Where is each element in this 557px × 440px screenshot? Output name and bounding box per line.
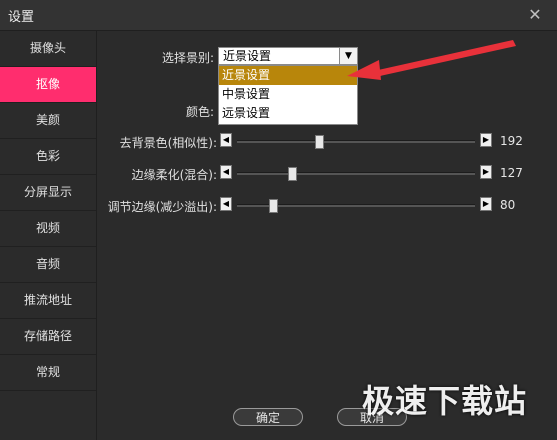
scene-option-medium[interactable]: 中景设置	[219, 85, 357, 104]
color-label: 颜色:	[185, 105, 214, 119]
sidebar-item-label: 美颜	[35, 113, 60, 127]
sidebar-item-label: 抠像	[35, 77, 60, 91]
similarity-slider-track[interactable]	[237, 135, 475, 149]
title-bar: 设置 ✕	[0, 0, 557, 31]
spill-slider-row: 调节边缘(减少溢出): ◀ ▶ 80	[97, 197, 557, 214]
spill-slider-track[interactable]	[237, 199, 475, 213]
sidebar-item-beauty[interactable]: 美颜	[0, 103, 96, 139]
blend-slider-row: 边缘柔化(混合): ◀ ▶ 127	[97, 165, 557, 182]
slider-label: 边缘柔化(混合):	[131, 168, 217, 182]
slider-value: 192	[500, 134, 523, 148]
scene-option-long[interactable]: 远景设置	[219, 104, 357, 123]
arrow-right-icon[interactable]: ▶	[480, 197, 492, 211]
sidebar-item-camera[interactable]: 摄像头	[0, 31, 96, 67]
sidebar-item-audio[interactable]: 音频	[0, 247, 96, 283]
slider-label: 去背景色(相似性):	[119, 136, 217, 150]
arrow-right-icon[interactable]: ▶	[480, 165, 492, 179]
sidebar-item-label: 存储路径	[23, 329, 72, 343]
red-pointer-arrow-icon	[347, 40, 516, 80]
watermark-logo: 极速下载站	[362, 382, 528, 420]
blend-slider-thumb[interactable]	[288, 167, 297, 181]
sidebar-item-storage-path[interactable]: 存储路径	[0, 319, 96, 355]
scene-select-value: 近景设置	[223, 49, 272, 63]
sidebar-item-label: 色彩	[35, 149, 60, 163]
similarity-slider-thumb[interactable]	[315, 135, 324, 149]
close-icon[interactable]: ✕	[525, 5, 545, 25]
ok-button[interactable]: 确定	[233, 408, 303, 426]
keying-settings-panel: 选择景别: 近景设置 ▼ 近景设置 中景设置 远景设置 颜色: 去背景色(相似性…	[97, 31, 557, 440]
scene-label: 选择景别:	[161, 51, 214, 65]
window-title: 设置	[8, 10, 35, 25]
sidebar-item-keying[interactable]: 抠像	[0, 67, 96, 103]
slider-value: 127	[500, 166, 523, 180]
sidebar-item-general[interactable]: 常规	[0, 355, 96, 391]
sidebar: 摄像头 抠像 美颜 色彩 分屏显示 视频 音频 推流地址 存储路径 常规	[0, 31, 97, 440]
sidebar-item-label: 视频	[35, 221, 60, 235]
arrow-left-icon[interactable]: ◀	[220, 133, 232, 147]
sidebar-item-split-screen[interactable]: 分屏显示	[0, 175, 96, 211]
sidebar-item-video[interactable]: 视频	[0, 211, 96, 247]
spill-slider-thumb[interactable]	[269, 199, 278, 213]
arrow-left-icon[interactable]: ◀	[220, 197, 232, 211]
sidebar-item-stream-url[interactable]: 推流地址	[0, 283, 96, 319]
blend-slider-track[interactable]	[237, 167, 475, 181]
sidebar-item-color[interactable]: 色彩	[0, 139, 96, 175]
sidebar-item-label: 推流地址	[23, 293, 72, 307]
similarity-slider-row: 去背景色(相似性): ◀ ▶ 192	[97, 133, 557, 150]
sidebar-item-label: 分屏显示	[23, 185, 72, 199]
arrow-right-icon[interactable]: ▶	[480, 133, 492, 147]
sidebar-item-label: 音频	[35, 257, 60, 271]
sidebar-item-label: 摄像头	[29, 41, 66, 55]
arrow-left-icon[interactable]: ◀	[220, 165, 232, 179]
sidebar-item-label: 常规	[35, 365, 60, 379]
slider-value: 80	[500, 198, 516, 212]
slider-label: 调节边缘(减少溢出):	[107, 200, 217, 214]
